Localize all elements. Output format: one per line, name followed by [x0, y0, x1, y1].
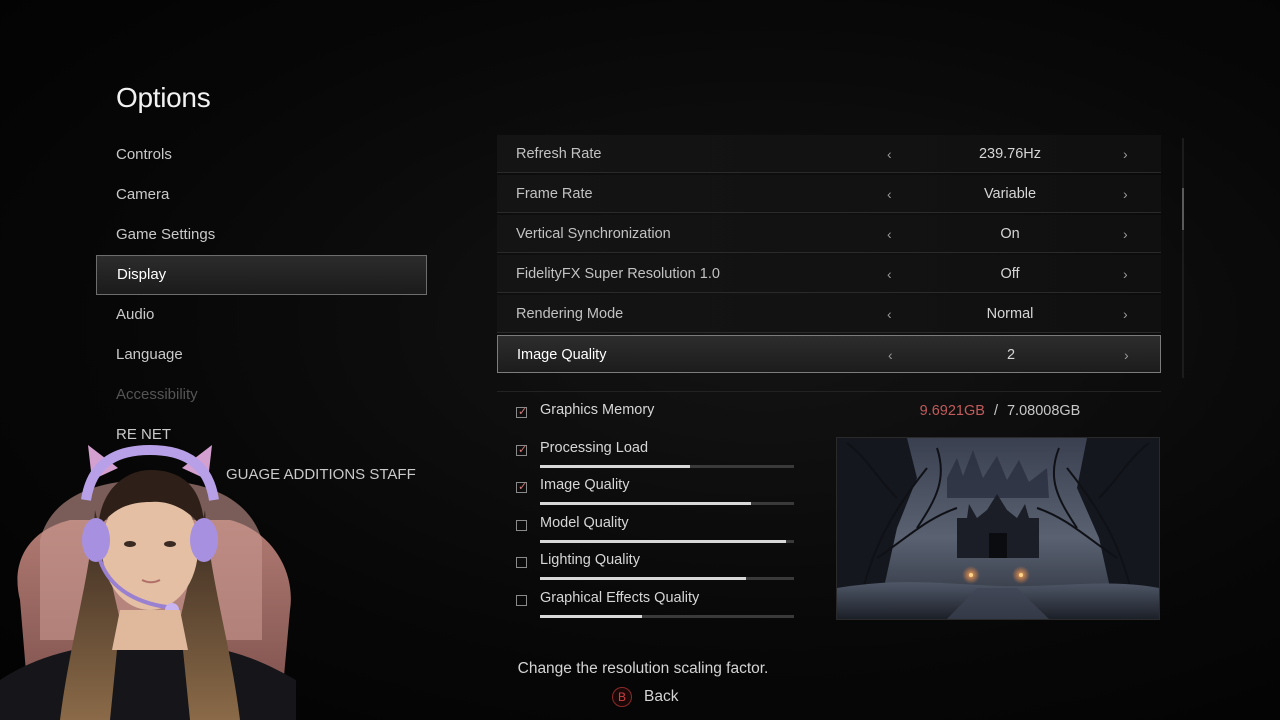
- load-label: Model Quality: [540, 514, 629, 531]
- setting-value: Variable: [983, 186, 1037, 202]
- load-item-graphical-effects-quality: Graphical Effects Quality: [516, 588, 796, 626]
- load-item-model-quality: Model Quality: [516, 513, 796, 551]
- load-label: Graphical Effects Quality: [540, 589, 700, 606]
- nav-item-camera[interactable]: Camera: [96, 175, 427, 215]
- chevron-right-icon[interactable]: ›: [1124, 336, 1129, 374]
- setting-value: 2: [1006, 347, 1016, 363]
- setting-row-fidelityfx[interactable]: FidelityFX Super Resolution 1.0 ‹ Off ›: [497, 255, 1161, 293]
- setting-row-refresh-rate[interactable]: Refresh Rate ‹ 239.76Hz ›: [497, 135, 1161, 173]
- load-bar: [540, 577, 794, 580]
- nav-item-language[interactable]: Language: [96, 335, 427, 375]
- load-bar-fill: [540, 539, 787, 543]
- setting-row-rendering-mode[interactable]: Rendering Mode ‹ Normal ›: [497, 295, 1161, 333]
- load-label: Lighting Quality: [540, 552, 640, 568]
- setting-row-vertical-synchronization[interactable]: Vertical Synchronization ‹ On ›: [497, 215, 1161, 253]
- image-quality-preview: [836, 437, 1160, 620]
- nav-item-label: Audio: [116, 306, 155, 323]
- load-bar-fill: [540, 614, 642, 618]
- load-bar: [540, 539, 794, 543]
- chevron-right-icon[interactable]: ›: [1123, 295, 1128, 333]
- load-bar: [540, 464, 794, 468]
- b-button-icon: B: [612, 687, 632, 707]
- memory-separator: /: [993, 403, 998, 419]
- setting-label: FidelityFX Super Resolution 1.0: [516, 266, 720, 282]
- chevron-right-icon[interactable]: ›: [1123, 135, 1128, 173]
- checkbox: [516, 557, 527, 568]
- options-nav: Controls Camera Game Settings Display Au…: [96, 135, 427, 455]
- nav-item-display[interactable]: Display: [96, 255, 427, 295]
- memory-used: 9.6921GB: [919, 403, 985, 419]
- scrollbar-thumb[interactable]: [1182, 188, 1184, 230]
- setting-label: Image Quality: [517, 347, 607, 363]
- nav-item-audio[interactable]: Audio: [96, 295, 427, 335]
- checkmark-icon: ✓: [518, 406, 528, 418]
- setting-value: Normal: [986, 306, 1034, 322]
- chevron-right-icon[interactable]: ›: [1123, 255, 1128, 293]
- load-bar-fill: [540, 502, 751, 505]
- chevron-left-icon[interactable]: ‹: [887, 135, 892, 173]
- nav-item-label: Game Settings: [116, 226, 216, 243]
- setting-label: Rendering Mode: [516, 306, 624, 322]
- nav-item-label: Language: [116, 346, 183, 363]
- checkmark-icon: ✓: [518, 481, 528, 493]
- checkbox: ✓: [516, 481, 528, 493]
- load-item-graphics-memory: ✓ Graphics Memory: [516, 400, 796, 438]
- memory-total: 7.08008GB: [1006, 403, 1081, 419]
- setting-value: Off: [1000, 266, 1020, 282]
- checkmark-icon: ✓: [518, 443, 528, 456]
- settings-scrollbar[interactable]: [1182, 138, 1184, 378]
- back-label: Back: [644, 688, 679, 705]
- checkbox: [516, 519, 527, 531]
- chevron-right-icon[interactable]: ›: [1123, 215, 1128, 253]
- help-text: Change the resolution scaling factor.: [517, 660, 769, 677]
- nav-item-label: Controls: [116, 146, 172, 163]
- checkbox: ✓: [516, 443, 528, 456]
- nav-item-game-settings[interactable]: Game Settings: [96, 215, 427, 255]
- chevron-left-icon[interactable]: ‹: [887, 255, 892, 293]
- load-bar: [540, 614, 794, 618]
- webcam-overlay: [0, 440, 296, 720]
- display-settings-list: Refresh Rate ‹ 239.76Hz › Frame Rate ‹ V…: [497, 135, 1161, 375]
- webcam-figure: [0, 444, 296, 720]
- load-item-lighting-quality: Lighting Quality: [516, 550, 796, 588]
- chevron-left-icon[interactable]: ‹: [888, 336, 893, 374]
- load-item-processing-load: ✓ Processing Load: [516, 438, 796, 476]
- setting-row-image-quality[interactable]: Image Quality ‹ 2 ›: [497, 335, 1161, 373]
- divider: [497, 391, 1161, 392]
- nav-item-label: Display: [117, 266, 167, 283]
- chevron-left-icon[interactable]: ‹: [887, 295, 892, 333]
- nav-item-controls[interactable]: Controls: [96, 135, 427, 175]
- checkbox: ✓: [516, 406, 528, 418]
- load-indicators: ✓ Graphics Memory ✓ Processing Load ✓ Im…: [516, 400, 796, 625]
- graphics-memory-readout: 9.6921GB / 7.08008GB: [900, 403, 1100, 419]
- setting-label: Vertical Synchronization: [516, 226, 671, 242]
- load-bar: [540, 502, 794, 505]
- chevron-left-icon[interactable]: ‹: [887, 175, 892, 213]
- nav-item-accessibility: Accessibility: [96, 375, 427, 415]
- load-label: Image Quality: [540, 477, 630, 493]
- load-label: Graphics Memory: [540, 402, 655, 418]
- load-bar-fill: [540, 464, 690, 468]
- chevron-left-icon[interactable]: ‹: [887, 215, 892, 253]
- setting-row-frame-rate[interactable]: Frame Rate ‹ Variable ›: [497, 175, 1161, 213]
- checkbox: [516, 594, 527, 606]
- chevron-right-icon[interactable]: ›: [1123, 175, 1128, 213]
- setting-label: Frame Rate: [516, 186, 593, 202]
- setting-label: Refresh Rate: [516, 146, 602, 162]
- nav-item-label: Camera: [116, 186, 170, 203]
- load-bar-fill: [540, 577, 746, 580]
- nav-item-label: Accessibility: [116, 386, 198, 403]
- setting-value: 239.76Hz: [978, 146, 1042, 162]
- setting-value: On: [1000, 226, 1020, 242]
- load-item-image-quality: ✓ Image Quality: [516, 475, 796, 513]
- preview-scene: [837, 438, 1159, 619]
- load-label: Processing Load: [540, 439, 649, 456]
- page-title: Options: [116, 82, 211, 113]
